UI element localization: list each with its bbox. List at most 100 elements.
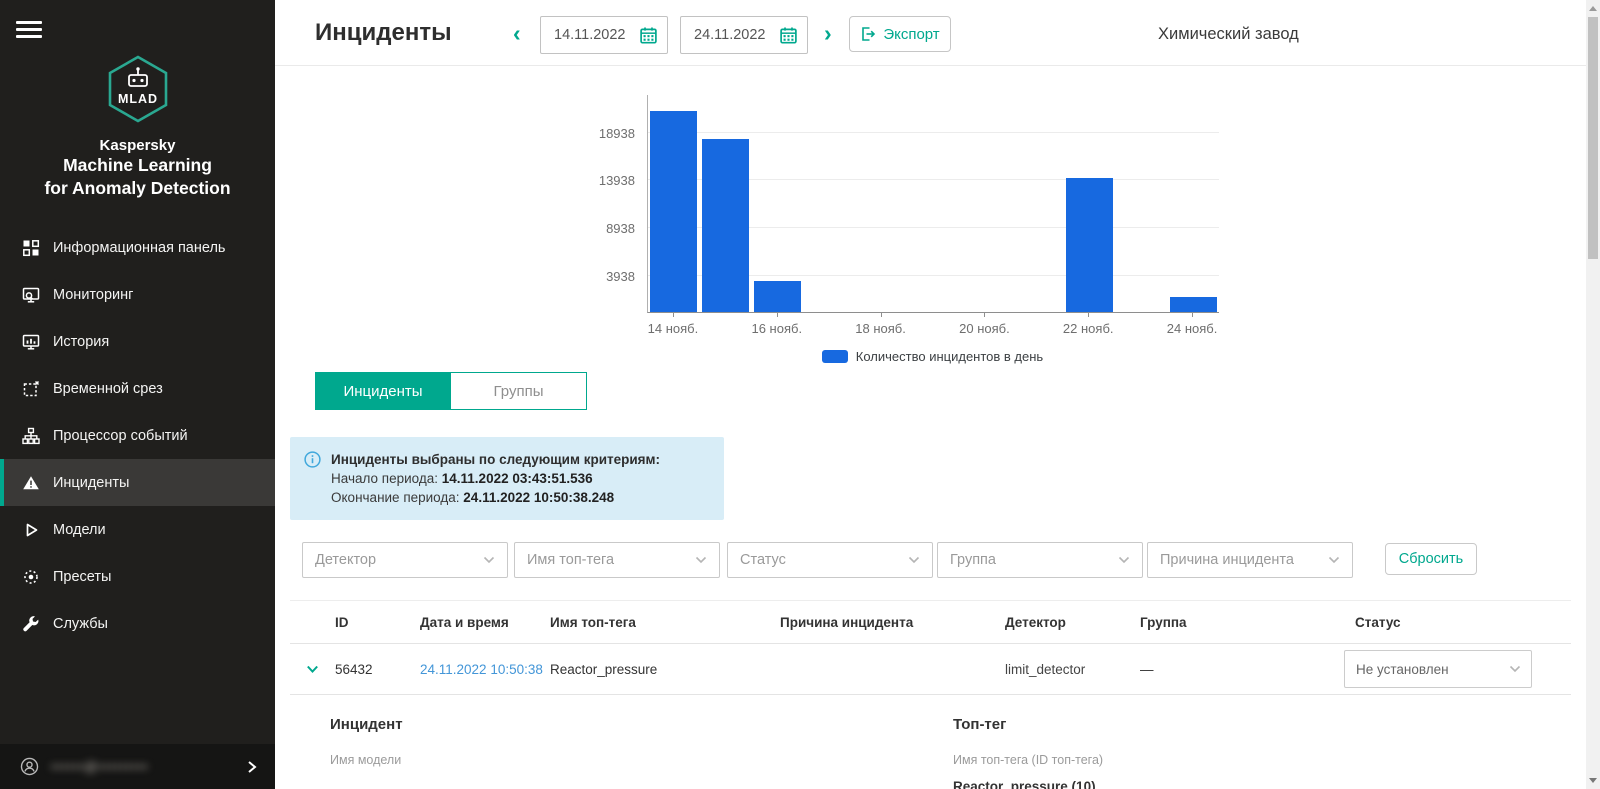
x-axis-tick-label: 20 нояб. bbox=[959, 321, 1010, 336]
incident-section-heading: Инцидент bbox=[330, 716, 403, 733]
date-to-value: 24.11.2022 bbox=[694, 27, 766, 43]
info-icon bbox=[304, 451, 321, 468]
x-axis-tick bbox=[881, 313, 882, 317]
calendar-icon[interactable] bbox=[779, 26, 798, 45]
filter-detector-select[interactable]: Детектор bbox=[302, 542, 508, 578]
chevron-down-icon bbox=[1509, 665, 1521, 673]
y-axis-tick-label: 13938 bbox=[567, 173, 635, 188]
top-tag-label: Имя топ-тега (ID топ-тега) bbox=[953, 753, 1103, 767]
chart-plot-area bbox=[647, 95, 1219, 313]
sidebar-item-presets[interactable]: Пресеты bbox=[0, 553, 275, 600]
dashboard-icon bbox=[22, 239, 40, 257]
x-axis-tick-label: 18 нояб. bbox=[855, 321, 906, 336]
sidebar-item-monitoring[interactable]: Мониторинг bbox=[0, 271, 275, 318]
sidebar-item-label: Процессор событий bbox=[53, 428, 188, 444]
y-axis-tick-label: 3938 bbox=[567, 269, 635, 284]
sidebar-item-dashboard[interactable]: Информационная панель bbox=[0, 224, 275, 271]
export-icon bbox=[860, 26, 876, 42]
info-period-start: Начало периода: 14.11.2022 03:43:51.536 bbox=[331, 469, 660, 488]
vertical-scrollbar[interactable] bbox=[1586, 0, 1600, 789]
sidebar-item-label: История bbox=[53, 334, 109, 350]
y-axis-tick-label: 8938 bbox=[567, 221, 635, 236]
column-header-reason: Причина инцидента bbox=[780, 601, 913, 643]
info-title: Инциденты выбраны по следующим критериям… bbox=[331, 450, 660, 469]
chart-bar bbox=[1170, 297, 1217, 312]
product-name-line2: for Anomaly Detection bbox=[0, 177, 275, 200]
chart-legend: Количество инцидентов в день bbox=[647, 349, 1218, 364]
chart-bar bbox=[1066, 178, 1113, 312]
chevron-right-icon[interactable] bbox=[247, 760, 257, 774]
scrollbar-up-arrow[interactable] bbox=[1589, 6, 1597, 11]
table-row[interactable]: 56432 24.11.2022 10:50:38 Reactor_pressu… bbox=[290, 644, 1571, 695]
models-icon bbox=[22, 521, 40, 539]
event-processor-icon bbox=[22, 427, 40, 445]
x-axis-tick bbox=[1192, 313, 1193, 317]
sidebar-item-models[interactable]: Модели bbox=[0, 506, 275, 553]
user-account-bar[interactable]: ••••••@••••••••• bbox=[0, 744, 275, 789]
info-period-end: Окончание периода: 24.11.2022 10:50:38.2… bbox=[331, 488, 660, 507]
time-slice-icon bbox=[22, 380, 40, 398]
hamburger-menu-icon[interactable] bbox=[16, 21, 42, 39]
row-status-select[interactable]: Не установлен bbox=[1344, 650, 1532, 688]
x-axis-tick bbox=[673, 313, 674, 317]
filter-placeholder: Группа bbox=[950, 552, 996, 568]
prev-period-button[interactable]: ‹ bbox=[513, 19, 521, 47]
filter-incident-reason-select[interactable]: Причина инцидента bbox=[1147, 542, 1353, 578]
services-icon bbox=[22, 615, 40, 633]
cell-datetime-link[interactable]: 24.11.2022 10:50:38 bbox=[420, 644, 543, 694]
sidebar: MLAD Kaspersky Machine Learning for Anom… bbox=[0, 0, 275, 789]
filter-status-select[interactable]: Статус bbox=[727, 542, 933, 578]
mlad-hexagon-icon: MLAD bbox=[106, 54, 170, 124]
x-axis: 14 нояб.16 нояб.18 нояб.20 нояб.22 нояб.… bbox=[647, 313, 1218, 345]
export-label: Экспорт bbox=[883, 26, 939, 43]
scrollbar-down-arrow[interactable] bbox=[1589, 778, 1597, 783]
row-status-value: Не установлен bbox=[1356, 662, 1449, 677]
tab-groups[interactable]: Группы bbox=[451, 372, 587, 410]
row-expand-chevron-icon[interactable] bbox=[306, 665, 319, 674]
date-from-input[interactable]: 14.11.2022 bbox=[540, 16, 668, 54]
incidents-per-day-chart: 393889381393818938 14 нояб.16 нояб.18 но… bbox=[567, 93, 1247, 378]
reset-filters-button[interactable]: Сбросить bbox=[1385, 543, 1477, 575]
selection-criteria-info-box: Инциденты выбраны по следующим критериям… bbox=[290, 437, 724, 520]
filter-placeholder: Имя топ-тега bbox=[527, 552, 614, 568]
top-tag-value: Reactor_pressure (10) bbox=[953, 779, 1096, 789]
chevron-down-icon bbox=[1328, 556, 1340, 564]
sidebar-item-incidents[interactable]: Инциденты bbox=[0, 459, 275, 506]
chevron-down-icon bbox=[908, 556, 920, 564]
legend-swatch bbox=[822, 350, 848, 363]
x-axis-tick-label: 16 нояб. bbox=[751, 321, 802, 336]
calendar-icon[interactable] bbox=[639, 26, 658, 45]
sidebar-item-label: Модели bbox=[53, 522, 106, 538]
app-window: MLAD Kaspersky Machine Learning for Anom… bbox=[0, 0, 1600, 789]
sidebar-item-time-slice[interactable]: Временной срез bbox=[0, 365, 275, 412]
main-content: Инциденты ‹ 14.11.2022 24.11.2022 › Эксп… bbox=[275, 0, 1586, 789]
date-to-input[interactable]: 24.11.2022 bbox=[680, 16, 808, 54]
x-axis-tick bbox=[984, 313, 985, 317]
sidebar-item-event-processor[interactable]: Процессор событий bbox=[0, 412, 275, 459]
user-avatar-icon bbox=[20, 757, 39, 776]
sidebar-item-services[interactable]: Службы bbox=[0, 600, 275, 647]
chevron-down-icon bbox=[1118, 556, 1130, 564]
filter-top-tag-select[interactable]: Имя топ-тега bbox=[514, 542, 720, 578]
sidebar-item-label: Информационная панель bbox=[53, 240, 225, 256]
presets-icon bbox=[22, 568, 40, 586]
history-icon bbox=[22, 333, 40, 351]
y-axis-tick-label: 18938 bbox=[567, 126, 635, 141]
info-text: Инциденты выбраны по следующим критериям… bbox=[331, 450, 660, 507]
tab-incidents[interactable]: Инциденты bbox=[315, 372, 451, 410]
gridline bbox=[648, 132, 1219, 133]
filter-group-select[interactable]: Группа bbox=[937, 542, 1143, 578]
chevron-down-icon bbox=[483, 556, 495, 564]
export-button[interactable]: Экспорт bbox=[849, 16, 951, 52]
cell-top-tag: Reactor_pressure bbox=[550, 644, 657, 694]
page-header: Инциденты ‹ 14.11.2022 24.11.2022 › Эксп… bbox=[275, 0, 1586, 66]
filter-placeholder: Причина инцидента bbox=[1160, 552, 1294, 568]
sidebar-item-history[interactable]: История bbox=[0, 318, 275, 365]
x-axis-tick bbox=[777, 313, 778, 317]
legend-label: Количество инцидентов в день bbox=[856, 349, 1043, 364]
sidebar-item-label: Мониторинг bbox=[53, 287, 133, 303]
column-header-status: Статус bbox=[1355, 601, 1401, 643]
incidents-icon bbox=[22, 474, 40, 492]
scrollbar-thumb[interactable] bbox=[1588, 17, 1598, 259]
next-period-button[interactable]: › bbox=[824, 19, 832, 47]
